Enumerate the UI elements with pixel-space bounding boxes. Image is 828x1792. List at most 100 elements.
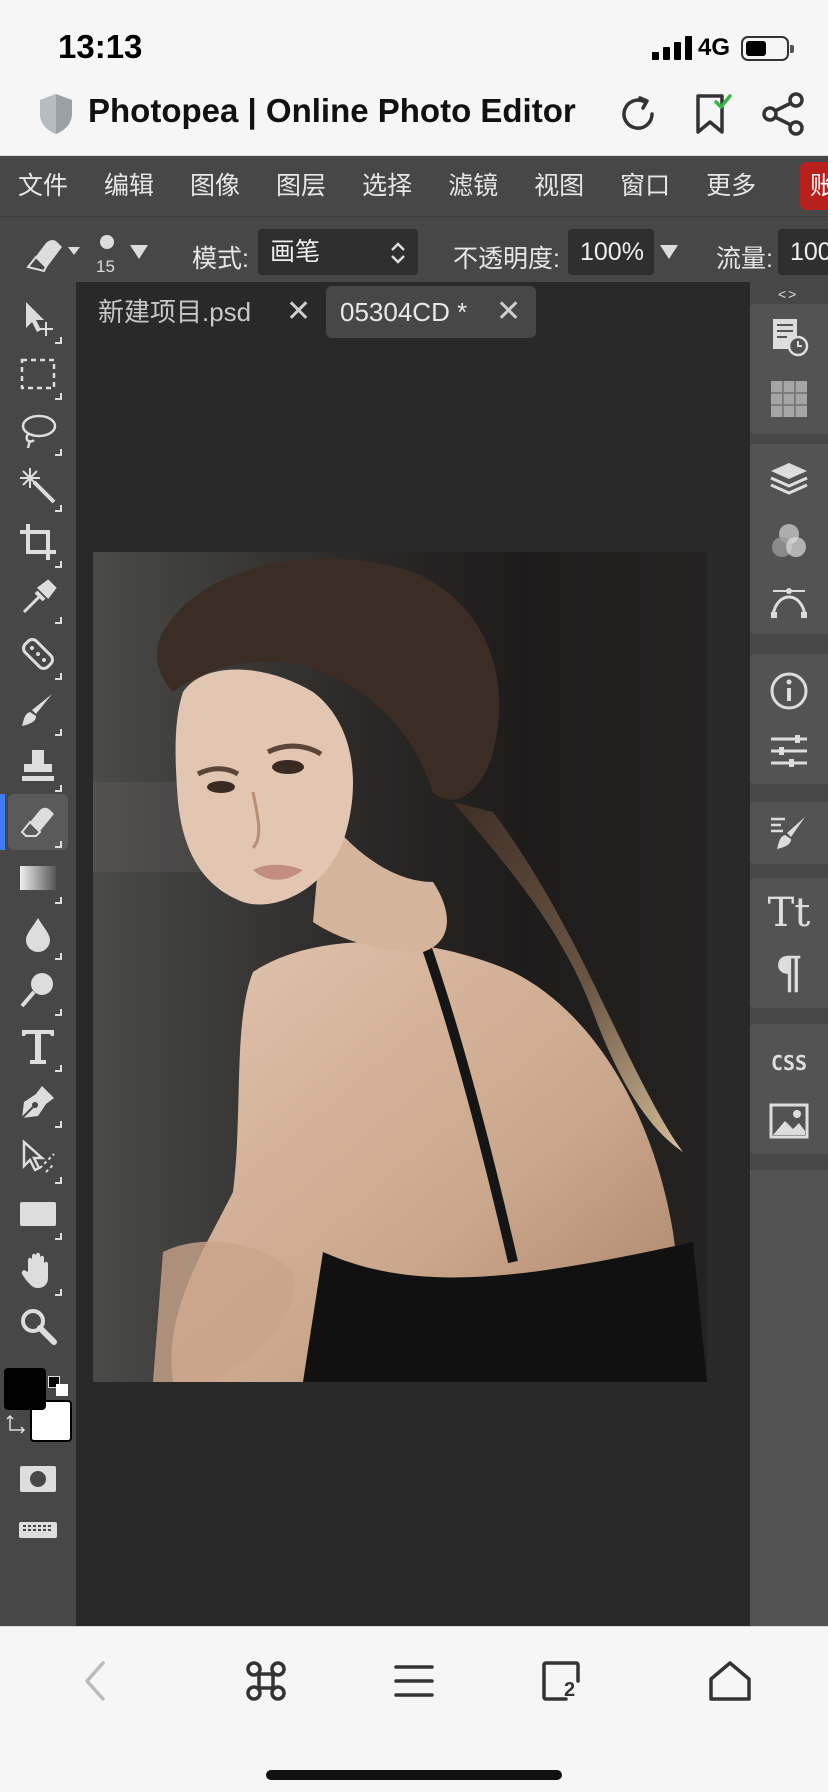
- reload-icon[interactable]: [612, 88, 664, 140]
- channels-panel-button[interactable]: [764, 516, 814, 566]
- crop-icon: [20, 524, 56, 560]
- opacity-label: 不透明度:: [453, 245, 560, 273]
- brush-tool[interactable]: [8, 682, 68, 738]
- css-panel-button[interactable]: CSS: [764, 1038, 814, 1088]
- pen-icon: [21, 1086, 54, 1119]
- tabs-icon[interactable]: 2: [532, 1653, 592, 1709]
- panel-group-4: [750, 802, 828, 864]
- eraser-icon: [20, 807, 54, 837]
- opacity-input[interactable]: 100%: [568, 229, 654, 275]
- menu-file[interactable]: 文件: [0, 156, 86, 216]
- menu-image[interactable]: 图像: [172, 156, 258, 216]
- quick-mask-icon: [20, 1466, 56, 1492]
- flow-label: 流量:: [716, 245, 773, 273]
- panel-group-5: Tt ¶: [750, 878, 828, 1008]
- brush-dropdown-icon[interactable]: [128, 243, 150, 261]
- document-workspace: 新建项目.psd ✕ 05304CD * ✕: [76, 282, 750, 1626]
- home-indicator: [266, 1770, 562, 1780]
- history-panel-button[interactable]: [764, 312, 814, 362]
- tab-label: 05304CD *: [340, 297, 468, 327]
- account-button[interactable]: 账: [800, 162, 828, 210]
- eraser-preset-icon[interactable]: [22, 229, 82, 279]
- foreground-color-swatch[interactable]: [4, 1368, 46, 1410]
- menu-filter[interactable]: 滤镜: [430, 156, 516, 216]
- eraser-tool[interactable]: [8, 794, 68, 850]
- pen-tool[interactable]: [8, 1074, 68, 1130]
- marquee-icon: [20, 358, 56, 390]
- adjustments-panel-button[interactable]: [764, 726, 814, 776]
- shape-tool[interactable]: [8, 1186, 68, 1242]
- eyedropper-tool[interactable]: [8, 570, 68, 626]
- dodge-tool[interactable]: [8, 962, 68, 1018]
- brush-settings-panel-button[interactable]: [764, 808, 814, 858]
- swatches-panel-button[interactable]: [764, 374, 814, 424]
- lasso-tool[interactable]: [8, 402, 68, 458]
- magic-wand-tool[interactable]: [8, 458, 68, 514]
- zoom-tool[interactable]: [8, 1298, 68, 1354]
- move-tool[interactable]: [8, 290, 68, 346]
- quick-mask-tool[interactable]: [8, 1450, 68, 1506]
- close-icon[interactable]: ✕: [496, 286, 521, 338]
- menu-more[interactable]: 更多: [688, 156, 774, 216]
- blur-tool[interactable]: [8, 906, 68, 962]
- swap-colors-icon[interactable]: [6, 1414, 26, 1436]
- browser-bottom-bar: 2: [0, 1626, 828, 1792]
- path-select-tool[interactable]: [8, 1130, 68, 1186]
- mode-select[interactable]: 画笔: [258, 229, 418, 275]
- brush-dot-icon: [100, 235, 114, 249]
- layers-panel-button[interactable]: [764, 454, 814, 504]
- keyboard-icon[interactable]: [18, 1518, 58, 1538]
- menu-window[interactable]: 窗口: [602, 156, 688, 216]
- menu-icon[interactable]: [384, 1653, 444, 1709]
- home-icon[interactable]: [700, 1653, 760, 1709]
- healing-tool[interactable]: [8, 626, 68, 682]
- gradient-tool[interactable]: [8, 850, 68, 906]
- menu-select[interactable]: 选择: [344, 156, 430, 216]
- hand-tool[interactable]: [8, 1242, 68, 1298]
- active-tool-indicator: [0, 794, 5, 850]
- menu-view[interactable]: 视图: [516, 156, 602, 216]
- character-panel-button[interactable]: Tt: [764, 888, 814, 938]
- brush-icon: [22, 694, 52, 726]
- move-icon: [26, 302, 53, 336]
- tools-panel: [0, 290, 76, 1626]
- document-canvas[interactable]: [93, 552, 707, 1382]
- sliders-icon: [771, 735, 807, 767]
- tabs-count: 2: [564, 1679, 576, 1701]
- paragraph-panel-button[interactable]: ¶: [764, 948, 814, 999]
- command-icon[interactable]: [236, 1653, 296, 1709]
- shield-icon: [40, 94, 72, 134]
- paths-panel-button[interactable]: [764, 576, 814, 626]
- page-title[interactable]: Photopea | Online Photo Editor: [88, 92, 576, 130]
- dodge-icon: [20, 973, 53, 1008]
- image-panel-button[interactable]: [764, 1096, 814, 1146]
- brush-size[interactable]: 15: [96, 257, 115, 277]
- share-icon[interactable]: [758, 88, 810, 140]
- mode-label: 模式:: [192, 245, 249, 273]
- crop-tool[interactable]: [8, 514, 68, 570]
- default-colors-bg-icon: [56, 1384, 68, 1396]
- hand-icon: [21, 1252, 48, 1288]
- type-tool[interactable]: [8, 1018, 68, 1074]
- stamp-tool[interactable]: [8, 738, 68, 794]
- bookmark-check-icon[interactable]: [686, 88, 738, 140]
- menu-layer[interactable]: 图层: [258, 156, 344, 216]
- info-panel-button[interactable]: [764, 666, 814, 716]
- tab-document-1[interactable]: 新建项目.psd: [84, 286, 298, 338]
- status-time: 13:13: [58, 28, 143, 65]
- close-icon: ✕: [286, 295, 312, 328]
- gradient-icon: [20, 866, 56, 890]
- flow-input[interactable]: 100%: [778, 229, 828, 275]
- tab-document-2[interactable]: 05304CD * ✕: [326, 286, 536, 338]
- bandage-icon: [22, 638, 54, 670]
- panel-area: [750, 1170, 828, 1626]
- paths-icon: [771, 588, 807, 618]
- menu-bar: 文件 编辑 图像 图层 选择 滤镜 视图 窗口 更多 账: [0, 156, 828, 216]
- menu-edit[interactable]: 编辑: [86, 156, 172, 216]
- collapse-toggle[interactable]: <>: [778, 286, 798, 302]
- back-icon[interactable]: [66, 1653, 126, 1709]
- tab-close-1[interactable]: ✕: [278, 286, 318, 338]
- marquee-tool[interactable]: [8, 346, 68, 402]
- opacity-dropdown-icon[interactable]: [658, 243, 680, 261]
- type-icon: [22, 1030, 54, 1064]
